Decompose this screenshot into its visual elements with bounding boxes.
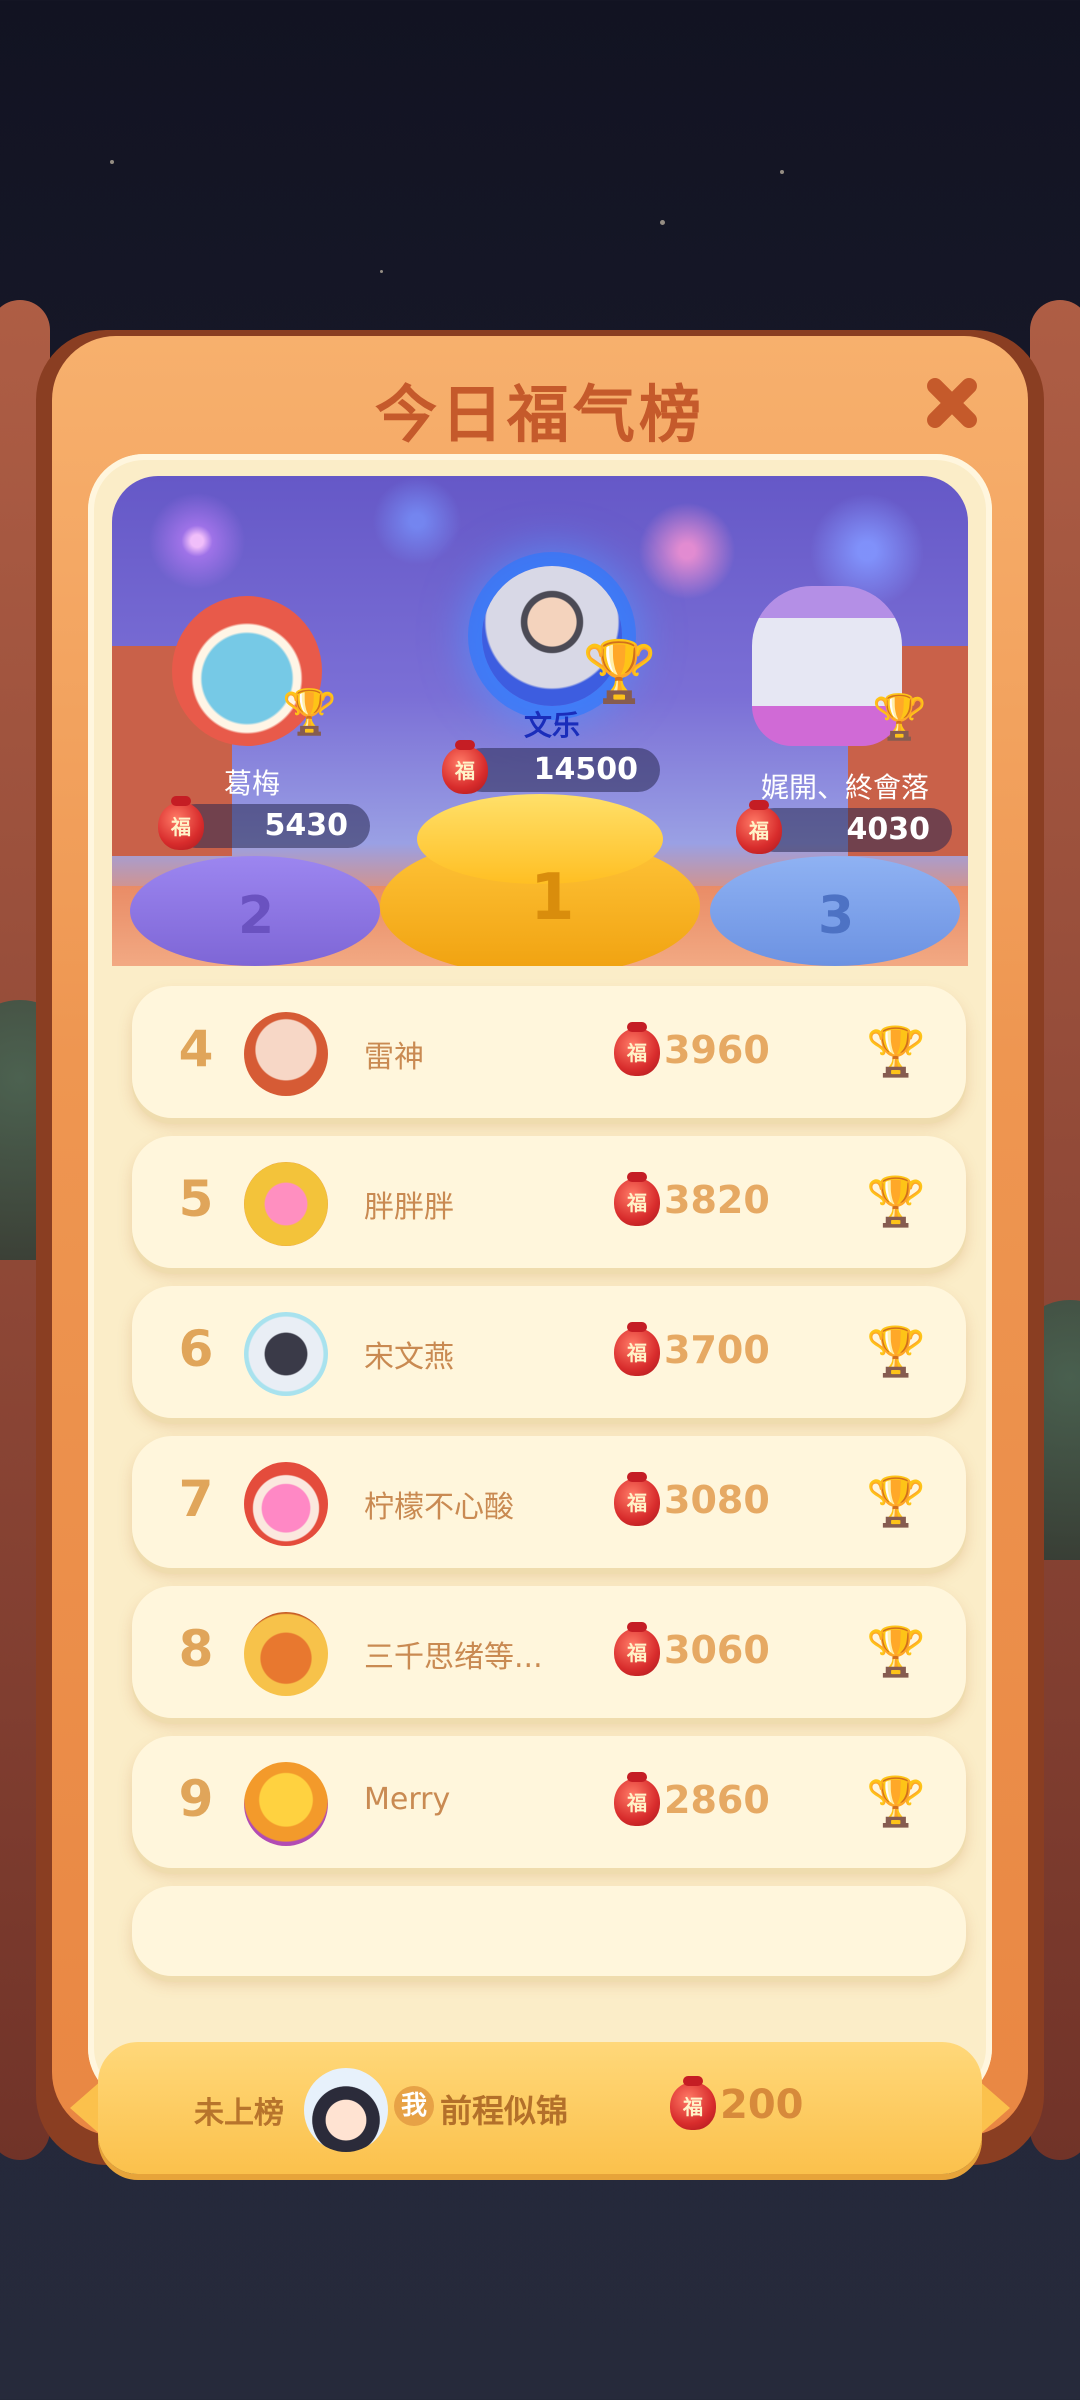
rank-row[interactable]: 9 Merry 福 2860 🏆 (132, 1736, 966, 1868)
rank-row[interactable]: 7 柠檬不心酸 福 3080 🏆 (132, 1436, 966, 1568)
lucky-bag-icon: 福 (158, 796, 204, 850)
player-name: 三千思绪等... (364, 1640, 543, 1675)
avatar[interactable] (244, 1012, 328, 1096)
avatar[interactable] (244, 1462, 328, 1546)
player-name: 雷神 (364, 1040, 424, 1075)
rank-status: 未上榜 (194, 2096, 284, 2131)
me-badge: 我 (394, 2086, 434, 2126)
rank-number: 9 (178, 1770, 214, 1828)
trophy-icon[interactable]: 🏆 (866, 1322, 926, 1382)
rank-row[interactable]: 5 胖胖胖 福 3820 🏆 (132, 1136, 966, 1268)
my-rank-bar[interactable]: 未上榜 我 前程似锦 福 200 (70, 2042, 1010, 2174)
player-name: 胖胖胖 (364, 1190, 454, 1225)
trophy-icon[interactable]: 🏆 (872, 691, 927, 743)
rank-row[interactable]: 6 宋文燕 福 3700 🏆 (132, 1286, 966, 1418)
score: 3060 (664, 1628, 770, 1672)
lucky-bag-icon: 福 (736, 800, 782, 854)
score: 2860 (664, 1778, 770, 1822)
trophy-icon[interactable]: 🏆 (582, 636, 657, 707)
rank-row[interactable]: 4 雷神 福 3960 🏆 (132, 986, 966, 1118)
rank-number: 6 (178, 1320, 214, 1378)
lucky-bag-icon: 福 (670, 2076, 716, 2130)
score: 3960 (664, 1028, 770, 1072)
avatar[interactable] (244, 1612, 328, 1696)
avatar[interactable] (244, 1762, 328, 1846)
lucky-bag-icon: 福 (614, 1622, 660, 1676)
rank-number: 4 (178, 1020, 214, 1078)
my-rank-body: 未上榜 我 前程似锦 福 200 (98, 2042, 982, 2174)
close-icon[interactable] (916, 366, 988, 438)
lucky-bag-icon: 福 (614, 1172, 660, 1226)
trophy-icon[interactable]: 🏆 (866, 1622, 926, 1682)
score: 3700 (664, 1328, 770, 1372)
score: 3080 (664, 1478, 770, 1522)
bar-ribbon-right (978, 2080, 1010, 2136)
lucky-bag-icon: 福 (614, 1772, 660, 1826)
avatar[interactable] (304, 2068, 388, 2152)
score: 200 (720, 2082, 804, 2128)
avatar[interactable] (244, 1162, 328, 1246)
trophy-icon[interactable]: 🏆 (866, 1022, 926, 1082)
avatar[interactable] (244, 1312, 328, 1396)
rank-number: 5 (178, 1170, 214, 1228)
lucky-bag-icon: 福 (442, 740, 488, 794)
score-pill: 14500 (460, 748, 660, 792)
lucky-bag-icon: 福 (614, 1322, 660, 1376)
rank-row[interactable] (132, 1886, 966, 1976)
podium-rank-number: 3 (818, 886, 855, 946)
trophy-icon[interactable]: 🏆 (866, 1172, 926, 1232)
player-name: 前程似锦 (440, 2092, 569, 2130)
rank-number: 7 (178, 1470, 214, 1528)
rank-number: 8 (178, 1620, 214, 1678)
score: 3820 (664, 1178, 770, 1222)
lucky-bag-icon: 福 (614, 1022, 660, 1076)
modal-title: 今日福气榜 (374, 378, 705, 451)
player-name: 宋文燕 (364, 1340, 454, 1375)
podium-rank-number: 1 (530, 861, 575, 935)
podium-stage: 2 3 1 🏆 🏆 🏆 文乐 葛梅 娓開、終會落 14500 5430 4030… (112, 476, 968, 966)
rank-row[interactable]: 8 三千思绪等... 福 3060 🏆 (132, 1586, 966, 1718)
firework-decoration (362, 476, 472, 566)
lucky-bag-icon: 福 (614, 1472, 660, 1526)
player-name: 柠檬不心酸 (364, 1490, 514, 1525)
firework-decoration (632, 496, 742, 606)
trophy-icon[interactable]: 🏆 (866, 1472, 926, 1532)
leaderboard-modal: 今日福气榜 2 3 1 🏆 🏆 🏆 文乐 葛梅 娓開、終會落 14500 543… (52, 336, 1028, 2174)
player-name: Merry (364, 1782, 451, 1817)
score-pill: 4030 (752, 808, 952, 852)
podium-rank-number: 2 (238, 886, 275, 946)
player-name: 文乐 (523, 709, 580, 742)
trophy-icon[interactable]: 🏆 (866, 1772, 926, 1832)
trophy-icon[interactable]: 🏆 (282, 686, 337, 738)
firework-decoration (142, 486, 252, 596)
leaderboard-panel: 2 3 1 🏆 🏆 🏆 文乐 葛梅 娓開、終會落 14500 5430 4030… (70, 454, 1010, 2174)
